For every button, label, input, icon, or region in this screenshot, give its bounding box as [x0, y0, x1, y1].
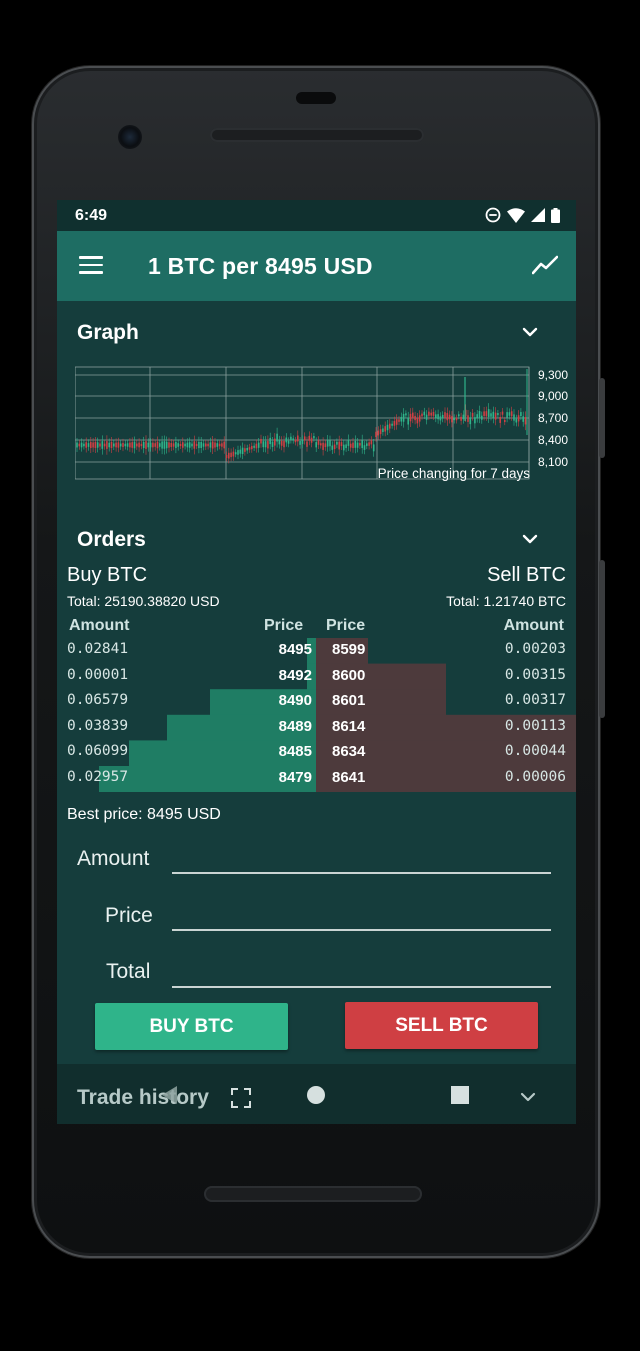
- y-tick-label: 9,300: [538, 368, 568, 382]
- buy-amount: 0.02957: [67, 769, 129, 785]
- order-book: 0.02841 8495 8599 0.00203 0.00001 8492 8600 0.0…: [57, 638, 576, 792]
- header-amount-right: Amount: [503, 617, 564, 634]
- price-input[interactable]: [172, 929, 551, 931]
- buy-amount: 0.02841: [67, 641, 129, 657]
- chevron-down-icon[interactable]: [522, 327, 538, 337]
- trade-history-bar[interactable]: Trade history: [57, 1064, 576, 1124]
- amount-input[interactable]: [172, 872, 551, 874]
- buy-button[interactable]: BUY BTC: [95, 1003, 288, 1050]
- status-time: 6:49: [75, 206, 108, 224]
- order-row[interactable]: 0.02841 8495 8599 0.00203: [57, 638, 576, 664]
- wifi-icon: [507, 207, 525, 223]
- toolbar-title: 1 BTC per 8495 USD: [148, 253, 373, 279]
- buy-price: 8485: [278, 743, 312, 761]
- sell-price: 8601: [332, 692, 366, 710]
- buy-price: 8489: [278, 717, 312, 735]
- app-toolbar: 1 BTC per 8495 USD: [57, 231, 576, 301]
- order-row[interactable]: 0.02957 8479 8641 0.00006: [57, 766, 576, 792]
- dnd-icon: [485, 207, 501, 223]
- sell-amount: 0.00317: [504, 692, 566, 709]
- header-price-right: Price: [326, 617, 366, 634]
- total-input[interactable]: [172, 986, 551, 988]
- recents-icon[interactable]: [450, 1085, 470, 1105]
- sell-price: 8641: [332, 769, 366, 786]
- sell-price: 8634: [332, 743, 366, 761]
- home-icon[interactable]: [306, 1085, 326, 1105]
- buy-total: Total: 25190.38820 USD: [67, 593, 220, 609]
- back-icon[interactable]: [159, 1084, 179, 1106]
- app-screen: 6:49 1 BTC per 8495 USD Graph 9,300 9,00…: [57, 200, 576, 1124]
- sell-amount: 0.00006: [504, 769, 566, 785]
- sell-amount: 0.00203: [504, 641, 566, 657]
- price-chart[interactable]: 9,300 9,000 8,700 8,400 8,100 Price changing…: [74, 365, 575, 483]
- status-bar: 6:49: [57, 200, 576, 231]
- total-label: Total: [106, 960, 151, 983]
- order-row[interactable]: 0.06579 8490 8601 0.00317: [57, 689, 576, 715]
- buy-title: Buy BTC: [67, 564, 148, 586]
- sell-button[interactable]: SELL BTC: [345, 1002, 538, 1049]
- sell-amount: 0.00113: [504, 717, 566, 734]
- sell-total: Total: 1.21740 BTC: [446, 593, 566, 609]
- signal-icon: [531, 208, 545, 222]
- sell-amount: 0.00044: [504, 743, 566, 760]
- volume-button: [599, 560, 605, 718]
- buy-price: 8490: [278, 692, 312, 710]
- sell-title: Sell BTC: [487, 564, 566, 586]
- front-camera: [118, 125, 142, 149]
- power-button: [599, 378, 605, 458]
- sell-price: 8600: [332, 666, 366, 684]
- battery-icon: [551, 207, 560, 223]
- graph-title: Graph: [77, 321, 139, 344]
- buy-price: 8492: [278, 666, 312, 684]
- best-price: Best price: 8495 USD: [67, 806, 221, 823]
- sell-price: 8614: [332, 717, 366, 735]
- order-row[interactable]: 0.00001 8492 8600 0.00315: [57, 664, 576, 690]
- price-chart-svg: 9,300 9,000 8,700 8,400 8,100 Price changing…: [74, 366, 568, 481]
- y-tick-label: 9,000: [538, 389, 568, 403]
- earpiece-speaker: [210, 128, 424, 142]
- chevron-down-icon[interactable]: [520, 1092, 536, 1102]
- header-amount-left: Amount: [69, 617, 130, 634]
- chevron-down-icon[interactable]: [522, 534, 538, 544]
- buy-amount: 0.06099: [67, 743, 129, 760]
- price-label: Price: [105, 904, 153, 927]
- order-row[interactable]: 0.06099 8485 8634 0.00044: [57, 740, 576, 766]
- bottom-speaker: [204, 1186, 422, 1202]
- order-row[interactable]: 0.03839 8489 8614 0.00113: [57, 715, 576, 741]
- orders-title: Orders: [77, 528, 146, 551]
- chart-caption: Price changing for 7 days: [378, 466, 531, 481]
- graph-section-header[interactable]: Graph: [57, 301, 576, 359]
- y-tick-label: 8,100: [538, 455, 568, 469]
- fullscreen-icon[interactable]: [231, 1088, 251, 1108]
- buy-amount: 0.06579: [67, 692, 129, 709]
- header-price-left: Price: [264, 617, 304, 634]
- orders-section-header[interactable]: Orders: [57, 510, 576, 560]
- buy-amount: 0.03839: [67, 717, 129, 734]
- trending-icon[interactable]: [532, 255, 558, 275]
- amount-label: Amount: [77, 847, 150, 870]
- sell-amount: 0.00315: [504, 666, 566, 683]
- buy-price: 8495: [278, 641, 312, 658]
- buy-price: 8479: [278, 769, 312, 786]
- menu-icon[interactable]: [79, 256, 103, 274]
- trade-history-label: Trade history: [77, 1086, 209, 1109]
- sensor: [296, 92, 336, 104]
- y-tick-label: 8,400: [538, 433, 568, 447]
- sell-price: 8599: [332, 641, 366, 658]
- buy-amount: 0.00001: [67, 666, 129, 683]
- y-tick-label: 8,700: [538, 411, 568, 425]
